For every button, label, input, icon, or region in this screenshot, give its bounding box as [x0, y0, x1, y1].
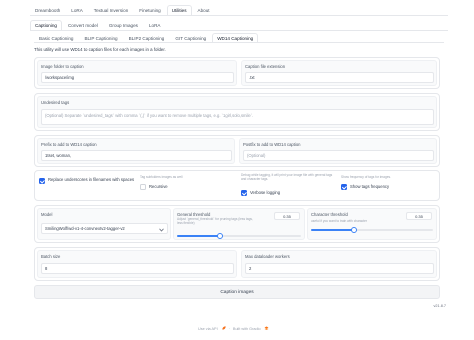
tab-finetuning[interactable]: Finetuning [134, 5, 165, 15]
batch-row: Batch size 8 Max dataloader workers 2 [34, 247, 440, 281]
prefix-input[interactable]: 1tset, woman, [41, 150, 232, 161]
model-label: Model [41, 212, 53, 217]
undesired-tags-block: Undesired tags (Optional) Separate `unde… [37, 96, 437, 128]
recursive-checkbox[interactable] [140, 184, 146, 190]
caption-images-button[interactable]: Caption images [34, 285, 440, 299]
verbose-logging-checkbox[interactable] [241, 190, 247, 196]
gradio-logo-icon [264, 326, 269, 330]
general-threshold-number[interactable]: 0.35 [274, 212, 300, 220]
show-frequency-label: Show tags frequency [350, 184, 390, 189]
footer-separator: · [228, 326, 230, 331]
tab-group-images[interactable]: Group Images [104, 20, 143, 30]
character-threshold-hint: useful if you want to train with charact… [311, 219, 367, 223]
rocket-icon [221, 326, 226, 331]
max-workers-block: Max dataloader workers 2 [241, 250, 437, 278]
prefix-label: Prefix to add to WD14 caption [41, 142, 97, 147]
model-block: Model SmilingWolf/wd-v1-4-convnextv2-tag… [37, 208, 171, 240]
general-threshold-block: General threshold Adjust `general_thresh… [173, 208, 305, 240]
prefix-postfix-row: Prefix to add to WD14 caption 1tset, wom… [34, 135, 440, 167]
image-folder-input[interactable]: /workspace/img [41, 72, 234, 83]
folder-row: Image folder to caption /workspace/img C… [34, 57, 440, 89]
show-frequency-checkbox[interactable] [341, 184, 347, 190]
top-tab-divider [30, 15, 448, 16]
recursive-label: Recursive [149, 184, 168, 189]
tab-lora[interactable]: LoRA [66, 5, 88, 15]
general-threshold-hint: Adjust `general_threshold` for pruning t… [177, 217, 253, 225]
options-row: Replace underscores in filenames with sp… [34, 170, 440, 201]
image-folder-label: Image folder to caption [41, 64, 84, 69]
tab-convert-model[interactable]: Convert model [63, 20, 103, 30]
character-threshold-fill [311, 229, 354, 231]
tab-textual-inversion[interactable]: Textual Inversion [89, 5, 133, 15]
undesired-tags-row: Undesired tags (Optional) Separate `unde… [34, 93, 440, 131]
max-workers-input[interactable]: 2 [245, 263, 434, 274]
batch-size-block: Batch size 8 [37, 250, 237, 278]
postfix-block: Postfix to add to WD14 caption (Optional… [239, 138, 437, 164]
version-label: v21.8.7 [433, 304, 446, 308]
batch-size-label: Batch size [41, 254, 61, 259]
postfix-input[interactable]: (Optional) [243, 150, 434, 161]
general-threshold-thumb[interactable] [217, 233, 224, 239]
show-frequency-hint: Show frequency of tags for images. [341, 175, 391, 179]
batch-size-input[interactable]: 8 [41, 263, 234, 274]
tab-utilities[interactable]: Utilities [166, 5, 192, 15]
postfix-label: Postfix to add to WD14 caption [243, 142, 301, 147]
use-via-api-link[interactable]: Use via API [198, 327, 218, 331]
footer: Use via API · Built with Gradio [198, 326, 269, 331]
max-workers-label: Max dataloader workers [245, 254, 290, 259]
replace-underscores-label: Replace underscores in filenames with sp… [48, 177, 135, 182]
caption-extension-label: Caption file extension [245, 64, 286, 69]
character-threshold-thumb[interactable] [350, 227, 357, 233]
top-tab-bar: Dreambooth LoRA Textual Inversion Finetu… [30, 5, 216, 15]
chevron-down-icon [159, 228, 164, 232]
undesired-tags-label: Undesired tags [41, 100, 70, 105]
model-row: Model SmilingWolf/wd-v1-4-convnextv2-tag… [34, 205, 440, 243]
replace-underscores-checkbox[interactable] [39, 178, 45, 184]
recursive-hint: Tag subfolders images as well [140, 175, 183, 179]
image-folder-block: Image folder to caption /workspace/img [37, 60, 237, 86]
model-dropdown-value: SmilingWolf/wd-v1-4-convnextv2-tagger-v2 [45, 226, 125, 231]
utilities-tab-divider [30, 30, 448, 31]
verbose-hint: Debug while tagging, it will print your … [241, 173, 333, 181]
character-threshold-slider[interactable] [311, 227, 433, 233]
captioning-tab-divider [34, 42, 444, 43]
caption-extension-input[interactable]: .txt [245, 72, 434, 83]
tab-captioning[interactable]: Captioning [30, 20, 62, 30]
character-threshold-number[interactable]: 0.35 [406, 212, 432, 220]
tab-lora-utilities[interactable]: LoRA [144, 20, 166, 30]
built-with-gradio-link[interactable]: Built with Gradio [233, 327, 261, 331]
utilities-tab-bar: Captioning Convert model Group Images Lo… [30, 20, 166, 30]
character-threshold-label: Character threshold [311, 212, 348, 217]
model-dropdown[interactable]: SmilingWolf/wd-v1-4-convnextv2-tagger-v2 [41, 223, 168, 234]
general-threshold-fill [177, 235, 221, 237]
prefix-block: Prefix to add to WD14 caption 1tset, wom… [37, 138, 235, 164]
tab-about[interactable]: About [193, 5, 215, 15]
general-threshold-slider[interactable] [177, 233, 301, 239]
character-threshold-block: Character threshold useful if you want t… [307, 208, 437, 240]
tab-dreambooth[interactable]: Dreambooth [30, 5, 65, 15]
wd14-info-text: This utility will use WD14 to caption fi… [34, 47, 166, 52]
caption-extension-block: Caption file extension .txt [241, 60, 437, 86]
verbose-logging-label: Verbose logging [250, 190, 281, 195]
undesired-tags-input[interactable]: (Optional) Separate `undesired_tags` wit… [41, 109, 434, 125]
